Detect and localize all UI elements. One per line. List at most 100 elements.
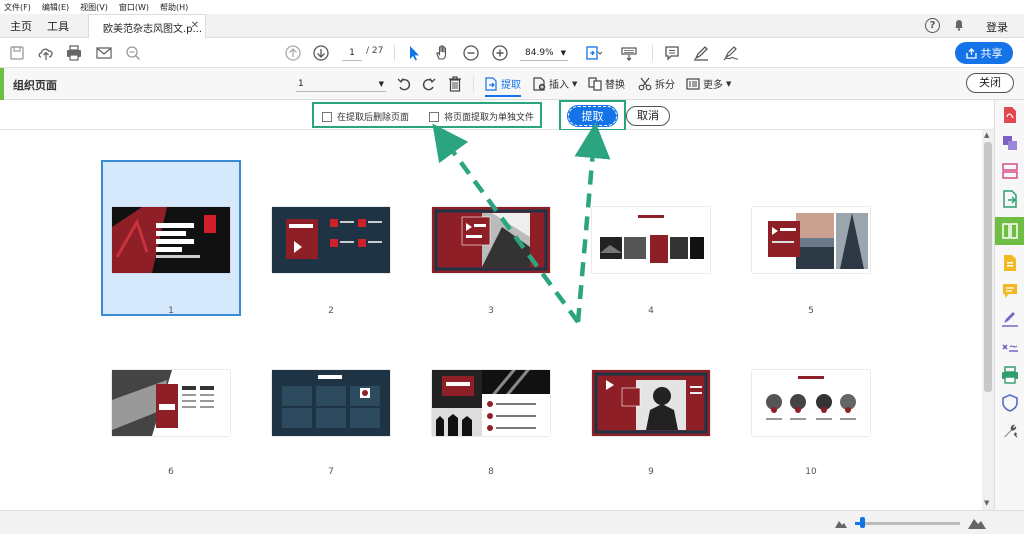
- separate-files-checkbox[interactable]: 将页面提取为单独文件: [429, 110, 534, 123]
- delete-after-extract-checkbox[interactable]: 在提取后删除页面: [322, 110, 409, 123]
- replace-tool-label: 替换: [605, 80, 625, 91]
- fill-sign-icon[interactable]: [1000, 309, 1020, 329]
- page-thumbnail-4[interactable]: [592, 207, 710, 273]
- organize-toolbar: 组织页面 1 ▼ 提取 插入 ▼ 替换 拆分 更多 ▼ 关闭: [0, 68, 1024, 100]
- protect-shield-icon[interactable]: [1000, 393, 1020, 413]
- tab-document[interactable]: 欧美范杂志风图文.p... ✕: [88, 14, 206, 38]
- login-link[interactable]: 登录: [986, 19, 1008, 35]
- replace-tool[interactable]: 替换: [588, 76, 625, 91]
- page-thumbnail-9[interactable]: [592, 370, 710, 436]
- zoom-level-value: 84.9%: [525, 48, 554, 58]
- page-down-icon[interactable]: [312, 44, 330, 62]
- page-thumbnail-1[interactable]: [112, 207, 230, 273]
- combine-files-icon[interactable]: [1000, 133, 1020, 153]
- more-tools-wrench-icon[interactable]: [1000, 421, 1020, 441]
- keyboard-icon[interactable]: [620, 44, 638, 62]
- mail-icon[interactable]: [95, 44, 113, 62]
- more-list-icon: [686, 77, 700, 90]
- menu-help[interactable]: 帮助(H): [160, 2, 188, 13]
- page-number-label: 10: [805, 467, 817, 477]
- thumbnail-size-slider-knob[interactable]: [860, 517, 865, 528]
- zoom-level-select[interactable]: 84.9% ▼: [520, 45, 568, 61]
- organize-pages-icon-small[interactable]: [1000, 161, 1020, 181]
- edit-pdf-icon[interactable]: [1000, 253, 1020, 273]
- scissors-icon: [638, 77, 652, 90]
- print-icon[interactable]: [65, 44, 83, 62]
- delete-icon[interactable]: [448, 76, 462, 92]
- share-button[interactable]: 共享: [955, 42, 1013, 64]
- chevron-down-icon: ▼: [560, 49, 566, 57]
- select-cursor-icon[interactable]: [405, 44, 423, 62]
- more-tool[interactable]: 更多 ▼: [686, 76, 731, 91]
- separate-files-label: 将页面提取为单独文件: [444, 113, 535, 123]
- send-signature-icon[interactable]: [1000, 337, 1020, 357]
- organize-pages-icon: [1002, 223, 1018, 239]
- search-icon[interactable]: [124, 44, 142, 62]
- page-thumbnail-6[interactable]: [112, 370, 230, 436]
- small-thumbnails-icon[interactable]: [835, 518, 847, 528]
- menu-file[interactable]: 文件(F): [4, 2, 31, 13]
- zoom-in-icon[interactable]: [491, 44, 509, 62]
- large-thumbnails-icon[interactable]: [968, 515, 986, 529]
- thumbnail-size-slider-track[interactable]: [855, 522, 960, 525]
- organize-pages-tool-active[interactable]: [995, 217, 1024, 245]
- rotate-left-icon[interactable]: [397, 77, 412, 92]
- scroll-down-icon[interactable]: ▼: [984, 499, 989, 507]
- page-thumbnail-10[interactable]: [752, 370, 870, 436]
- cancel-button[interactable]: 取消: [626, 106, 670, 126]
- export-pdf-icon[interactable]: [1000, 189, 1020, 209]
- rotate-right-icon[interactable]: [421, 77, 436, 92]
- replace-page-icon: [588, 76, 602, 91]
- page-thumbnail-2[interactable]: [272, 207, 390, 273]
- zoom-out-icon[interactable]: [462, 44, 480, 62]
- highlight-pen-icon[interactable]: [692, 44, 710, 62]
- tab-bar: 主页 工具 欧美范杂志风图文.p... ✕ ? 登录: [0, 14, 1024, 38]
- extract-button[interactable]: 提取: [567, 105, 618, 127]
- create-pdf-icon[interactable]: [1000, 105, 1020, 125]
- comment-icon[interactable]: [663, 44, 681, 62]
- print-production-icon[interactable]: [1000, 365, 1020, 385]
- page-number-label: 3: [488, 306, 494, 316]
- page-thumbnail-7[interactable]: [272, 370, 390, 436]
- delete-after-extract-label: 在提取后删除页面: [337, 113, 410, 123]
- tab-document-label: 欧美范杂志风图文.p...: [103, 24, 203, 35]
- page-range-select[interactable]: 1 ▼: [296, 76, 386, 92]
- checkbox-box: [322, 111, 332, 122]
- scroll-up-icon[interactable]: ▲: [984, 131, 989, 139]
- page-up-icon[interactable]: [284, 44, 302, 62]
- page-thumbnail-5[interactable]: [752, 207, 870, 273]
- bottom-status-bar: [0, 510, 1024, 534]
- page-total: / 27: [366, 46, 384, 56]
- tab-home[interactable]: 主页: [10, 18, 32, 34]
- page-number-label: 7: [328, 467, 334, 477]
- chevron-down-icon: ▼: [378, 80, 384, 88]
- menu-window[interactable]: 窗口(W): [119, 2, 149, 13]
- page-number-label: 9: [648, 467, 654, 477]
- page-thumbnail-3[interactable]: [432, 207, 550, 273]
- sign-icon[interactable]: [722, 44, 740, 62]
- share-icon: [965, 47, 977, 59]
- hand-tool-icon[interactable]: [433, 44, 451, 62]
- upload-cloud-icon[interactable]: [37, 44, 55, 62]
- close-tool-button[interactable]: 关闭: [966, 73, 1014, 93]
- split-tool[interactable]: 拆分: [638, 76, 675, 91]
- help-icon[interactable]: ?: [925, 18, 940, 33]
- comment-tool-icon[interactable]: [1000, 281, 1020, 301]
- page-number-input[interactable]: 1: [342, 45, 362, 61]
- insert-tool[interactable]: 插入 ▼: [533, 76, 577, 91]
- page-number-label: 5: [808, 306, 814, 316]
- save-icon[interactable]: [8, 44, 26, 62]
- page-thumbnail-8[interactable]: [432, 370, 550, 436]
- tab-tools[interactable]: 工具: [47, 18, 69, 34]
- fit-page-icon[interactable]: [584, 44, 602, 62]
- vertical-scrollbar[interactable]: ▲ ▼: [982, 130, 994, 510]
- menu-edit[interactable]: 编辑(E): [42, 2, 69, 13]
- bell-icon[interactable]: [953, 19, 965, 31]
- close-tab-icon[interactable]: ✕: [191, 20, 199, 31]
- scrollbar-thumb[interactable]: [984, 142, 992, 392]
- extract-options-bar: 在提取后删除页面 将页面提取为单独文件 提取 取消: [0, 100, 994, 131]
- menu-view[interactable]: 视图(V): [80, 2, 108, 13]
- page-thumbnails-area: 1 2 3 4 5 6 7 8 9 10: [0, 130, 982, 510]
- extract-tool[interactable]: 提取: [485, 76, 521, 97]
- menu-bar: 文件(F) 编辑(E) 视图(V) 窗口(W) 帮助(H): [0, 0, 1024, 14]
